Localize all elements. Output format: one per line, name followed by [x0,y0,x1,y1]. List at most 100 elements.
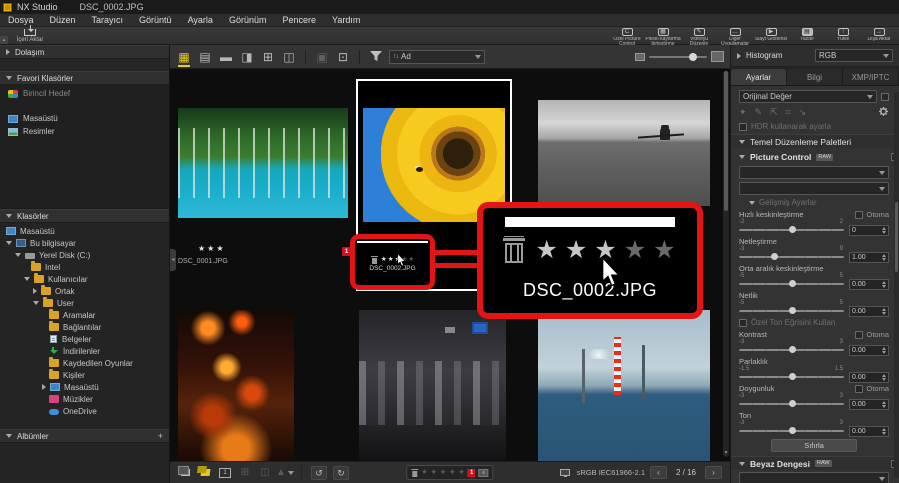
menu-goruntu[interactable]: Görüntü [131,14,180,27]
import-button[interactable]: İçeri Aktar [8,27,52,45]
tree-item-indirilenler[interactable]: İndirilenler [0,345,169,357]
slider-knob[interactable] [789,346,796,353]
redo-button[interactable]: ↻ [333,466,349,480]
slider-track[interactable] [739,256,844,258]
favorite-pictures[interactable]: Resimler [0,125,169,138]
value-box[interactable]: 0.00 [849,426,889,437]
fullscreen-icon[interactable]: ⊡ [335,49,351,65]
slider-knob[interactable] [789,427,796,434]
slider-track[interactable] [739,430,844,432]
menu-duzen[interactable]: Düzen [42,14,84,27]
tree-item-ortak[interactable]: Ortak [0,285,169,297]
picture-control-header[interactable]: Picture ControlRAW [731,150,899,164]
inspector-scrollbar[interactable] [894,92,899,478]
sidebar-collapse-handle[interactable]: ◂ [170,249,176,271]
thumbnail-large-icon[interactable] [711,51,724,62]
tree-item-belgeler[interactable]: Belgeler [0,333,169,345]
tree-item-user[interactable]: User [0,297,169,309]
thumbnail-dsc0003[interactable] [538,100,710,206]
menu-gorunum[interactable]: Görünüm [221,14,275,27]
white-balance-dropdown[interactable] [739,472,889,483]
filmstrip-view-icon[interactable]: ◫ [281,49,297,65]
slider-knob[interactable] [789,280,796,287]
toolbar-collapse-icon[interactable]: ▴ [0,36,8,44]
tree-item-kisiler[interactable]: Kişiler [0,369,169,381]
channel-dropdown[interactable]: RGB [815,49,893,62]
auto-checkbox[interactable] [855,331,863,339]
preset-checkbox[interactable] [881,93,889,101]
value-box[interactable]: 0 [849,225,889,236]
custom-tone-curve-checkbox[interactable] [739,319,747,327]
tree-item-local-disk[interactable]: Yerel Disk (C:) [0,249,169,261]
white-balance-header[interactable]: Beyaz DengesiRAW [731,456,899,470]
preset-dropdown[interactable]: Orijinal Değer [739,90,877,103]
tab-ayarlar[interactable]: Ayarlar [731,69,787,85]
slider-knob[interactable] [689,53,697,61]
tree-item-kaydedilen-oyunlar[interactable]: Kaydedilen Oyunlar [0,357,169,369]
menu-yardim[interactable]: Yardım [324,14,368,27]
hdr-checkbox[interactable] [739,123,747,131]
thumbnail-dsc0001[interactable] [178,108,348,218]
tree-item-baglantilar[interactable]: Bağlantılar [0,321,169,333]
other-apps-button[interactable]: …Diğer Uygulamalar [717,27,753,45]
star-icon[interactable] [449,469,455,477]
tree-item-aramalar[interactable]: Aramalar [0,309,169,321]
filter-icon[interactable] [368,49,384,65]
auto-checkbox[interactable] [855,385,863,393]
export-button[interactable]: →Dışa Aktar [861,27,897,45]
tree-item-intel[interactable]: Intel [0,261,169,273]
scrollbar-thumb[interactable] [895,202,898,272]
filmstrip-toggle-icon[interactable] [198,466,212,480]
list-view-icon[interactable]: ▤ [197,49,213,65]
reset-button[interactable]: Sıfırla [771,439,857,452]
quad-view-icon[interactable]: ⊞ [260,49,276,65]
scroll-down-icon[interactable]: ▼ [723,449,729,457]
slider-track[interactable] [739,310,844,312]
label-picker-icon[interactable]: ≡ [479,469,489,477]
rating-dsc0001[interactable] [198,245,224,253]
edit-video-button[interactable]: ✎Videoyu Düzenle [681,27,717,45]
tab-bilgi[interactable]: Bilgi [787,69,843,85]
value-box[interactable]: 0.00 [849,372,889,383]
slider-track[interactable] [739,349,844,351]
value-box[interactable]: 0.00 [849,399,889,410]
grid-scrollbar[interactable]: ▼ [723,71,729,457]
slider-knob[interactable] [789,307,796,314]
favorites-section-header[interactable]: Favori Klasörler [0,71,169,85]
histogram-header[interactable]: Histogram RGB [731,45,899,67]
grid-view-icon[interactable]: ▦ [176,49,192,65]
star-icon[interactable] [421,469,427,477]
gear-icon[interactable] [878,106,889,119]
thumbnail-row2-3[interactable] [538,310,710,461]
next-image-button[interactable]: › [705,466,722,479]
tree-item-desktop[interactable]: Masaüstü [0,225,169,237]
picture-control-button[interactable]: CÖzel Picture Control [609,27,645,45]
menu-pencere[interactable]: Pencere [274,14,324,27]
thumbnail-small-icon[interactable] [635,53,645,61]
slider-track[interactable] [739,229,844,231]
navigation-section-header[interactable]: Dolaşım [0,45,169,59]
auto-checkbox[interactable] [855,211,863,219]
albums-section-header[interactable]: Albümler+ [0,429,169,443]
split-view-icon[interactable]: ◨ [239,49,255,65]
slider-knob[interactable] [789,400,796,407]
tree-item-onedrive[interactable]: OneDrive [0,405,169,417]
star-icon[interactable] [440,469,446,477]
color-label-badge[interactable]: 1 [468,469,476,477]
tree-item-masaustu[interactable]: Masaüstü [0,381,169,393]
compare-images-icon[interactable] [178,466,192,480]
value-box[interactable]: 1.00 [849,252,889,263]
trash-icon[interactable] [411,469,418,477]
menu-ayarla[interactable]: Ayarla [180,14,221,27]
scrollbar-thumb[interactable] [724,71,728,211]
value-box[interactable]: 0.00 [849,306,889,317]
single-view-icon[interactable]: ▬ [218,49,234,65]
print-button[interactable]: ▤Yazdır [789,27,825,45]
thumbnail-row2-2[interactable] [359,310,506,461]
tree-item-users[interactable]: Kullanıcılar [0,273,169,285]
undo-button[interactable]: ↺ [311,466,327,480]
thumbnail-dsc0002[interactable] [363,108,505,222]
sort-dropdown[interactable]: ↑↓ Ad [389,50,485,64]
star-icon[interactable] [431,469,437,477]
rating-widget[interactable]: 1 ≡ [406,465,493,480]
